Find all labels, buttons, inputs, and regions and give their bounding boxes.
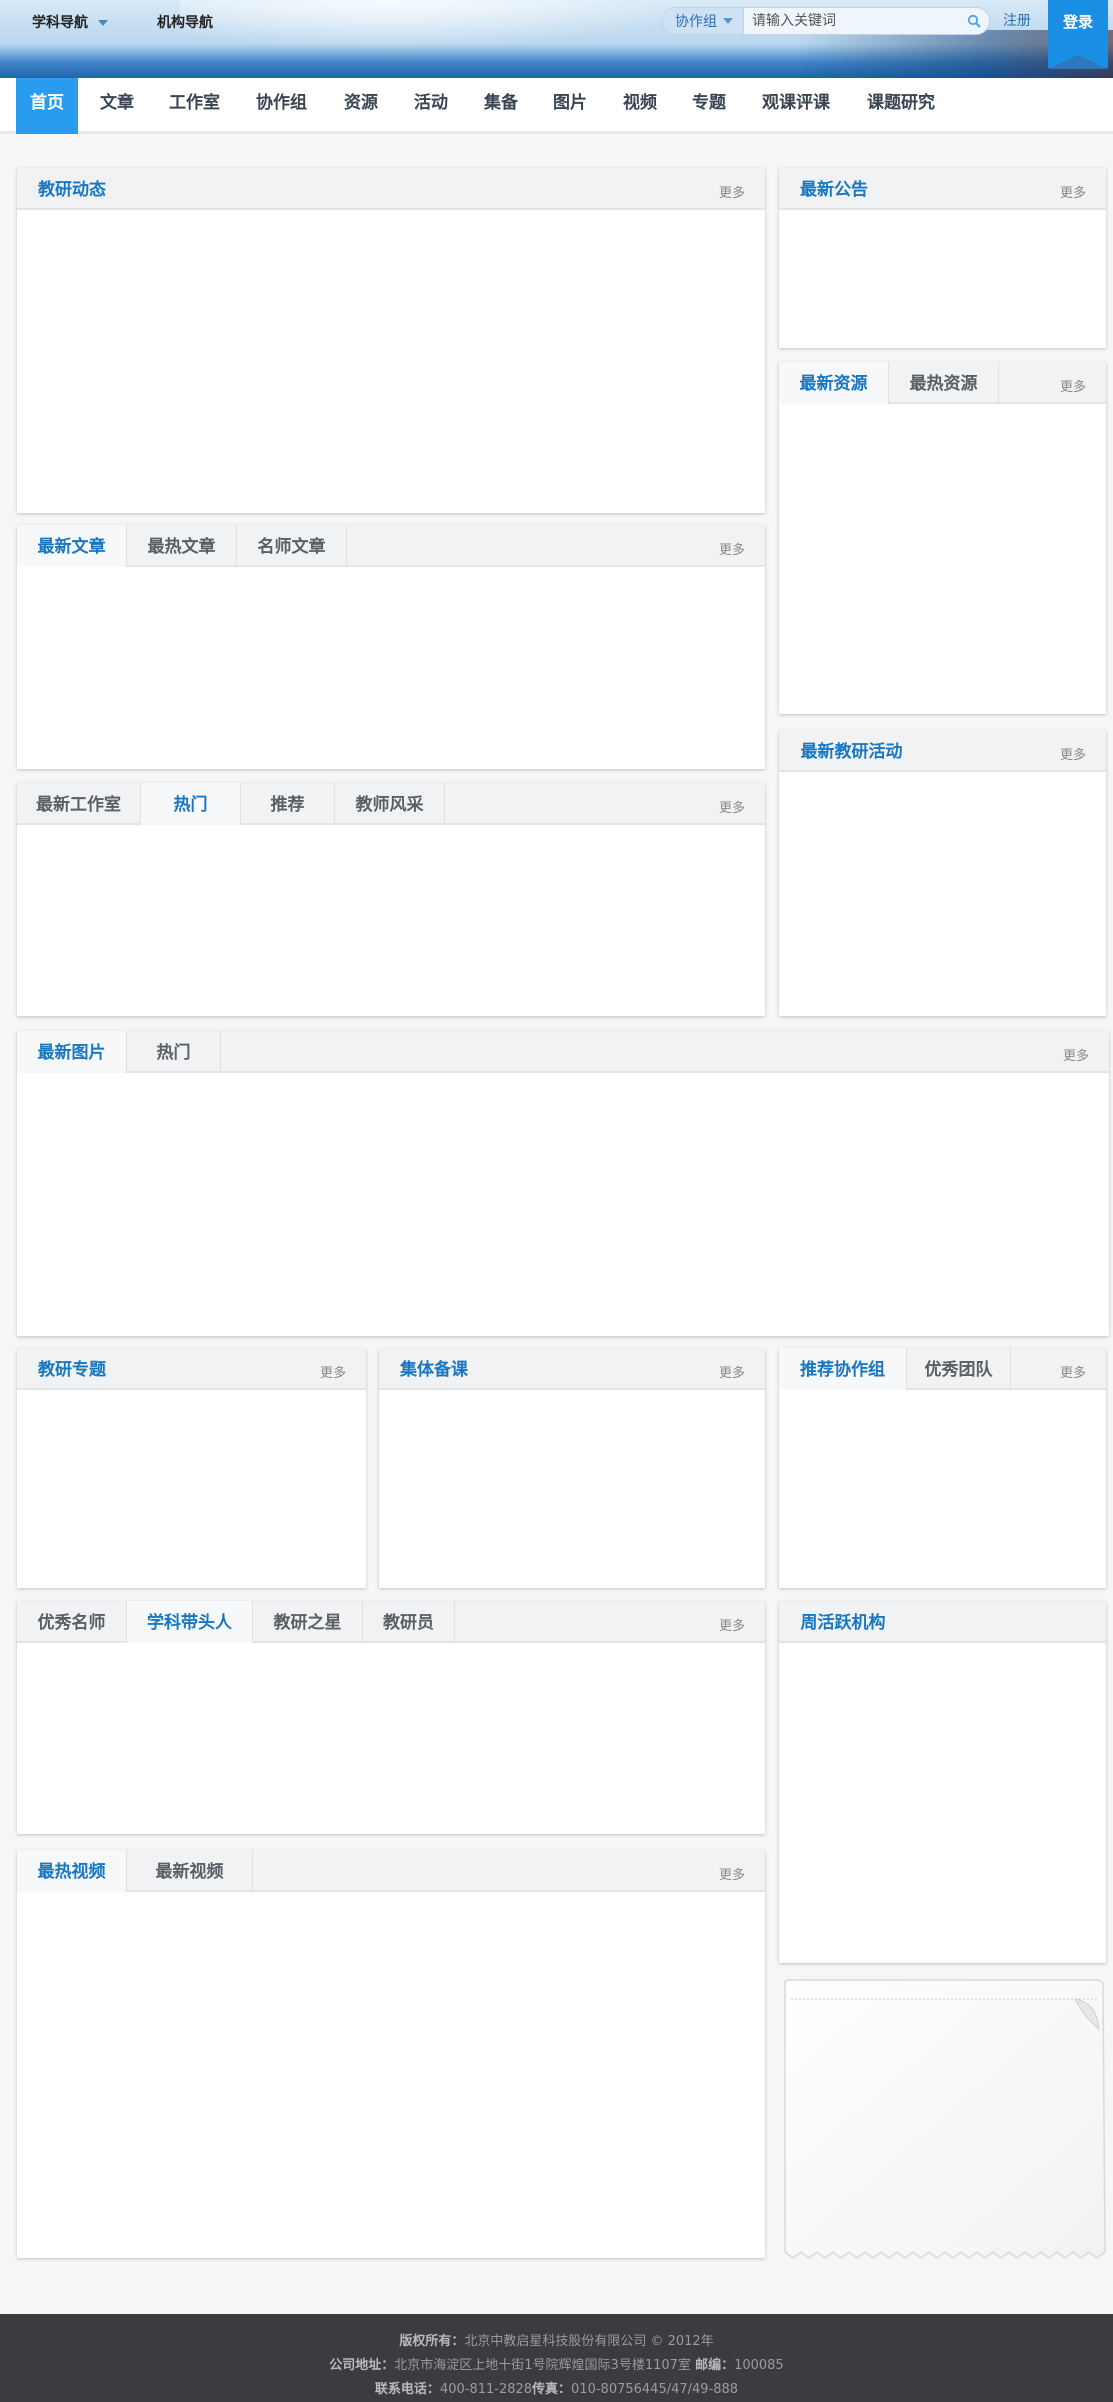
research-news-panel: 教研动态 更多 xyxy=(17,168,765,513)
tab-hot-pictures[interactable]: 热门 xyxy=(127,1031,221,1073)
panel-header: 优秀名师 学科带头人 教研之星 教研员 更多 xyxy=(17,1601,765,1643)
tab-hot-resources[interactable]: 最热资源 xyxy=(889,362,999,404)
tab-active-orgs[interactable]: 周活跃机构 xyxy=(779,1601,907,1643)
notices-panel: 最新公告 更多 xyxy=(779,168,1106,348)
chevron-down-icon xyxy=(723,18,733,24)
tab-latest-pictures[interactable]: 最新图片 xyxy=(17,1031,127,1073)
studios-panel: 最新工作室 热门 推荐 教师风采 更多 xyxy=(17,783,765,1016)
group-prep-panel: 集体备课 更多 xyxy=(379,1348,765,1588)
more-link[interactable]: 更多 xyxy=(719,797,745,816)
tab-researchers[interactable]: 教研员 xyxy=(363,1601,455,1643)
login-button[interactable]: 登录 xyxy=(1048,0,1108,69)
tab-hot-videos[interactable]: 最热视频 xyxy=(17,1850,127,1892)
tab-excellent-teachers[interactable]: 优秀名师 xyxy=(17,1601,127,1643)
tab-research-activities[interactable]: 最新教研活动 xyxy=(779,730,924,772)
panel-header: 推荐协作组 优秀团队 更多 xyxy=(779,1348,1106,1390)
org-nav-link[interactable]: 机构导航 xyxy=(157,12,213,32)
tab-subject-leaders[interactable]: 学科带头人 xyxy=(127,1601,253,1643)
nav-item-home[interactable]: 首页 xyxy=(16,78,78,134)
tab-research-news[interactable]: 教研动态 xyxy=(17,168,127,210)
more-link[interactable]: 更多 xyxy=(719,1615,745,1634)
tab-recommended-groups[interactable]: 推荐协作组 xyxy=(779,1348,907,1390)
tab-teacher-style[interactable]: 教师风采 xyxy=(335,783,445,825)
active-orgs-panel: 周活跃机构 xyxy=(779,1601,1106,1963)
footer: 版权所有：北京中教启星科技股份有限公司 © 2012年 公司地址：北京市海淀区上… xyxy=(0,2314,1113,2402)
tab-famous-articles[interactable]: 名师文章 xyxy=(237,525,347,567)
tab-research-topics[interactable]: 教研专题 xyxy=(17,1348,127,1390)
search-category-select[interactable]: 协作组 xyxy=(663,8,744,34)
tab-hot-articles[interactable]: 最热文章 xyxy=(127,525,237,567)
pictures-panel: 最新图片 热门 更多 xyxy=(17,1031,1109,1336)
paper-note-decoration xyxy=(783,1979,1106,2259)
tab-latest-resources[interactable]: 最新资源 xyxy=(779,362,889,404)
chevron-down-icon xyxy=(98,20,108,26)
nav-item-groups[interactable]: 协作组 xyxy=(242,78,321,134)
footer-contact-line: 联系电话：400-811-2828传真：010-80756445/47/49-8… xyxy=(374,2382,739,2397)
search-icon[interactable] xyxy=(967,14,981,28)
nav-item-group-prep[interactable]: 集备 xyxy=(470,78,532,134)
tab-latest-videos[interactable]: 最新视频 xyxy=(127,1850,253,1892)
tab-notices[interactable]: 最新公告 xyxy=(779,168,889,210)
more-link[interactable]: 更多 xyxy=(1060,182,1086,201)
nav-item-articles[interactable]: 文章 xyxy=(86,78,148,134)
articles-panel: 最新文章 最热文章 名师文章 更多 xyxy=(17,525,765,769)
panel-header: 最新工作室 热门 推荐 教师风采 更多 xyxy=(17,783,765,825)
panel-header: 最新教研活动 更多 xyxy=(779,730,1106,772)
more-link[interactable]: 更多 xyxy=(1060,744,1086,763)
more-link[interactable]: 更多 xyxy=(719,539,745,558)
main-nav: 首页 文章 工作室 协作组 资源 活动 集备 图片 视频 专题 观课评课 课题研… xyxy=(0,78,1113,134)
panel-header: 集体备课 更多 xyxy=(379,1348,765,1390)
tab-recommended-studios[interactable]: 推荐 xyxy=(241,783,335,825)
footer-address-line: 公司地址：北京市海淀区上地十街1号院辉煌国际3号楼1107室 邮编：100085 xyxy=(329,2358,784,2373)
register-link[interactable]: 注册 xyxy=(1003,10,1031,30)
groups-panel: 推荐协作组 优秀团队 更多 xyxy=(779,1348,1106,1588)
search-input[interactable] xyxy=(744,13,964,29)
teachers-panel: 优秀名师 学科带头人 教研之星 教研员 更多 xyxy=(17,1601,765,1834)
research-activities-panel: 最新教研活动 更多 xyxy=(779,730,1106,1016)
panel-header: 教研动态 更多 xyxy=(17,168,765,210)
nav-item-activities[interactable]: 活动 xyxy=(400,78,462,134)
more-link[interactable]: 更多 xyxy=(719,1864,745,1883)
nav-item-studios[interactable]: 工作室 xyxy=(155,78,234,134)
search-bar: 协作组 xyxy=(662,7,990,35)
tab-latest-articles[interactable]: 最新文章 xyxy=(17,525,127,567)
footer-copyright-line: 版权所有：北京中教启星科技股份有限公司 © 2012年 xyxy=(399,2334,714,2349)
panel-header: 最新资源 最热资源 更多 xyxy=(779,362,1106,404)
tab-research-stars[interactable]: 教研之星 xyxy=(253,1601,363,1643)
panel-header: 周活跃机构 xyxy=(779,1601,1106,1643)
search-category-label: 协作组 xyxy=(675,14,717,30)
nav-item-topics[interactable]: 专题 xyxy=(678,78,740,134)
panel-header: 最热视频 最新视频 更多 xyxy=(17,1850,765,1892)
subject-nav-label: 学科导航 xyxy=(32,15,88,31)
panel-header: 最新文章 最热文章 名师文章 更多 xyxy=(17,525,765,567)
more-link[interactable]: 更多 xyxy=(1060,376,1086,395)
tab-hot-studios[interactable]: 热门 xyxy=(141,783,241,825)
panel-header: 最新图片 热门 更多 xyxy=(17,1031,1109,1073)
nav-item-research[interactable]: 课题研究 xyxy=(853,78,949,134)
top-banner: 学科导航 机构导航 协作组 注册 登录 xyxy=(0,0,1113,80)
tab-excellent-teams[interactable]: 优秀团队 xyxy=(907,1348,1011,1390)
tab-group-prep[interactable]: 集体备课 xyxy=(379,1348,489,1390)
more-link[interactable]: 更多 xyxy=(719,1362,745,1381)
panel-header: 教研专题 更多 xyxy=(17,1348,366,1390)
resources-panel: 最新资源 最热资源 更多 xyxy=(779,362,1106,714)
nav-item-pictures[interactable]: 图片 xyxy=(539,78,601,134)
more-link[interactable]: 更多 xyxy=(1060,1362,1086,1381)
videos-panel: 最热视频 最新视频 更多 xyxy=(17,1850,765,2258)
nav-item-resources[interactable]: 资源 xyxy=(330,78,392,134)
nav-item-lesson-review[interactable]: 观课评课 xyxy=(748,78,844,134)
more-link[interactable]: 更多 xyxy=(1063,1045,1089,1064)
more-link[interactable]: 更多 xyxy=(320,1362,346,1381)
subject-nav-dropdown[interactable]: 学科导航 xyxy=(32,12,108,32)
tab-latest-studios[interactable]: 最新工作室 xyxy=(17,783,141,825)
nav-item-videos[interactable]: 视频 xyxy=(609,78,671,134)
panel-header: 最新公告 更多 xyxy=(779,168,1106,210)
more-link[interactable]: 更多 xyxy=(719,182,745,201)
topics-panel: 教研专题 更多 xyxy=(17,1348,366,1588)
